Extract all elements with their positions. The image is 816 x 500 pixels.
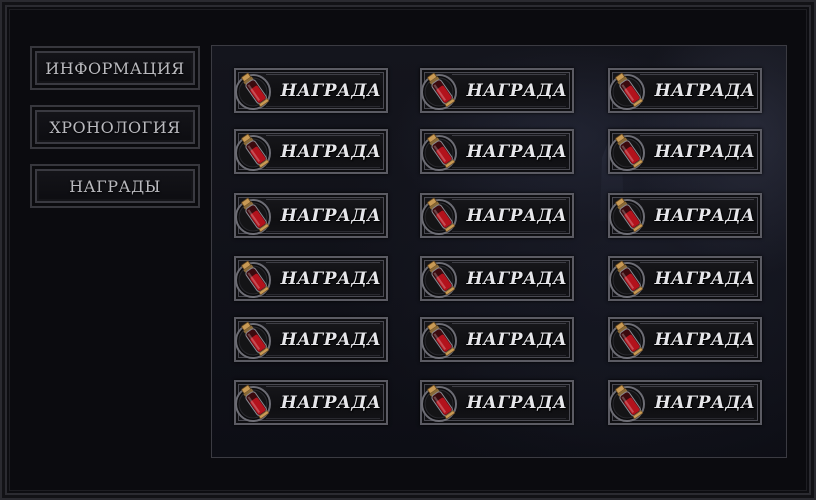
reward-button-15[interactable]: НАГРАДА (608, 317, 762, 362)
reward-label: НАГРАДА (654, 329, 756, 350)
reward-label: НАГРАДА (654, 141, 756, 162)
blood-vial-icon (609, 72, 645, 110)
reward-label: НАГРАДА (654, 392, 756, 413)
reward-label: НАГРАДА (466, 141, 568, 162)
reward-button-1[interactable]: НАГРАДА (234, 68, 388, 113)
reward-label: НАГРАДА (466, 80, 568, 101)
reward-button-5[interactable]: НАГРАДА (420, 129, 574, 174)
blood-vial-icon (609, 321, 645, 359)
reward-button-8[interactable]: НАГРАДА (420, 193, 574, 238)
reward-button-13[interactable]: НАГРАДА (234, 317, 388, 362)
blood-vial-icon (235, 321, 271, 359)
reward-button-12[interactable]: НАГРАДА (608, 256, 762, 301)
tab-information-label: ИНФОРМАЦИЯ (45, 58, 185, 78)
reward-label: НАГРАДА (280, 268, 382, 289)
reward-label: НАГРАДА (654, 205, 756, 226)
reward-button-9[interactable]: НАГРАДА (608, 193, 762, 238)
reward-button-6[interactable]: НАГРАДА (608, 129, 762, 174)
reward-button-14[interactable]: НАГРАДА (420, 317, 574, 362)
blood-vial-icon (235, 260, 271, 298)
blood-vial-icon (421, 197, 457, 235)
reward-label: НАГРАДА (654, 268, 756, 289)
blood-vial-icon (421, 133, 457, 171)
reward-label: НАГРАДА (466, 205, 568, 226)
tab-rewards[interactable]: НАГРАДЫ (30, 164, 200, 208)
blood-vial-icon (609, 260, 645, 298)
reward-button-10[interactable]: НАГРАДА (234, 256, 388, 301)
blood-vial-icon (421, 72, 457, 110)
blood-vial-icon (421, 321, 457, 359)
reward-button-7[interactable]: НАГРАДА (234, 193, 388, 238)
reward-label: НАГРАДА (654, 80, 756, 101)
reward-button-16[interactable]: НАГРАДА (234, 380, 388, 425)
blood-vial-icon (235, 72, 271, 110)
reward-button-18[interactable]: НАГРАДА (608, 380, 762, 425)
reward-button-11[interactable]: НАГРАДА (420, 256, 574, 301)
reward-label: НАГРАДА (466, 329, 568, 350)
reward-label: НАГРАДА (280, 80, 382, 101)
tab-chronology[interactable]: ХРОНОЛОГИЯ (30, 105, 200, 149)
tab-chronology-label: ХРОНОЛОГИЯ (49, 117, 181, 137)
sidebar-tabs: ИНФОРМАЦИЯ ХРОНОЛОГИЯ НАГРАДЫ (30, 46, 202, 223)
reward-label: НАГРАДА (280, 329, 382, 350)
rewards-panel: НАГРАДА НАГРАДА НАГРАДА НАГРАДА НАГРАДА … (211, 45, 787, 458)
window-frame: ИНФОРМАЦИЯ ХРОНОЛОГИЯ НАГРАДЫ НАГРАДА НА… (0, 0, 816, 500)
reward-button-2[interactable]: НАГРАДА (420, 68, 574, 113)
blood-vial-icon (609, 133, 645, 171)
tab-information[interactable]: ИНФОРМАЦИЯ (30, 46, 200, 90)
reward-button-17[interactable]: НАГРАДА (420, 380, 574, 425)
reward-label: НАГРАДА (280, 205, 382, 226)
blood-vial-icon (235, 384, 271, 422)
reward-label: НАГРАДА (280, 141, 382, 162)
blood-vial-icon (421, 260, 457, 298)
reward-label: НАГРАДА (466, 392, 568, 413)
reward-button-3[interactable]: НАГРАДА (608, 68, 762, 113)
blood-vial-icon (609, 384, 645, 422)
reward-label: НАГРАДА (466, 268, 568, 289)
blood-vial-icon (609, 197, 645, 235)
tab-rewards-label: НАГРАДЫ (69, 176, 161, 196)
reward-button-4[interactable]: НАГРАДА (234, 129, 388, 174)
blood-vial-icon (421, 384, 457, 422)
blood-vial-icon (235, 133, 271, 171)
reward-label: НАГРАДА (280, 392, 382, 413)
blood-vial-icon (235, 197, 271, 235)
